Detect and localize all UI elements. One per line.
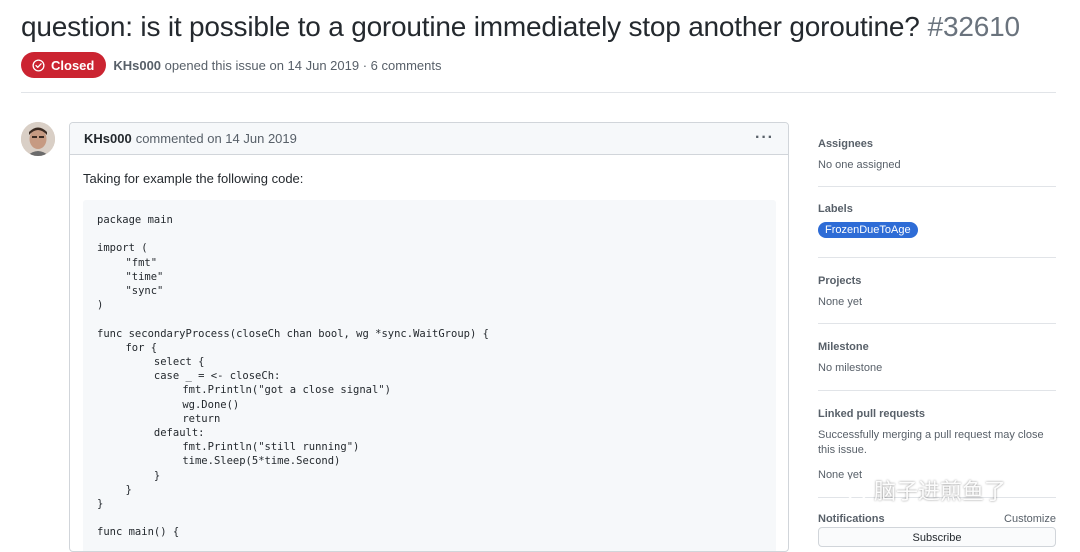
wechat-icon — [838, 479, 867, 501]
code-content: package main import ( "fmt" "time" "sync… — [97, 214, 489, 539]
issue-opened-meta: KHs000 opened this issue on 14 Jun 2019 … — [113, 58, 441, 73]
header-divider — [21, 92, 1056, 93]
assignees-section: Assignees No one assigned — [818, 130, 1056, 187]
milestone-heading[interactable]: Milestone — [818, 324, 1056, 353]
subscribe-button[interactable]: Subscribe — [818, 527, 1056, 547]
comment-author[interactable]: KHs000 — [84, 131, 132, 146]
customize-link[interactable]: Customize — [1004, 513, 1056, 525]
opened-text: opened this issue on 14 Jun 2019 — [164, 57, 360, 73]
issue-number: #32610 — [927, 11, 1020, 42]
avatar[interactable] — [21, 122, 55, 156]
more-options-icon[interactable]: ··· — [755, 129, 774, 147]
comments-count: · 6 comments — [362, 57, 442, 73]
watermark: 脑子进煎鱼了 — [838, 474, 1006, 506]
labels-section: Labels FrozenDueToAge — [818, 187, 1056, 258]
comment-intro: Taking for example the following code: — [83, 171, 304, 186]
issue-meta: Closed KHs000 opened this issue on 14 Ju… — [21, 52, 441, 78]
subscribe-label: Subscribe — [912, 532, 962, 544]
labels-heading[interactable]: Labels — [818, 187, 1056, 215]
milestone-value: No milestone — [818, 362, 883, 374]
avatar-image — [21, 122, 55, 156]
issue-sidebar: Assignees No one assigned Labels FrozenD… — [818, 130, 1056, 525]
closed-state-badge: Closed — [21, 52, 107, 78]
linked-prs-value: Successfully merging a pull request may … — [818, 429, 1044, 456]
issue-title: question: is it possible to a goroutine … — [21, 11, 1020, 43]
closed-circle-icon — [32, 58, 45, 72]
code-block: package main import ( "fmt" "time" "sync… — [83, 200, 776, 551]
projects-value: None yet — [818, 296, 863, 308]
milestone-section: Milestone No milestone — [818, 324, 1056, 391]
projects-section: Projects None yet — [818, 258, 1056, 324]
comment-box: KHs000 commented on 14 Jun 2019 ··· Taki… — [69, 122, 789, 552]
label-frozen[interactable]: FrozenDueToAge — [818, 222, 918, 238]
issue-author-link[interactable]: KHs000 — [113, 58, 161, 73]
projects-heading[interactable]: Projects — [818, 258, 1056, 287]
comment-meta[interactable]: commented on 14 Jun 2019 — [136, 131, 297, 146]
linked-prs-heading[interactable]: Linked pull requests — [818, 391, 1056, 420]
assignees-value: No one assigned — [818, 159, 901, 171]
state-label: Closed — [51, 57, 95, 73]
assignees-heading[interactable]: Assignees — [818, 130, 1056, 150]
comment-header: KHs000 commented on 14 Jun 2019 ··· — [70, 123, 788, 155]
watermark-text: 脑子进煎鱼了 — [874, 479, 1007, 504]
issue-title-text: question: is it possible to a goroutine … — [21, 11, 920, 42]
notifications-heading: Notifications — [818, 513, 885, 525]
